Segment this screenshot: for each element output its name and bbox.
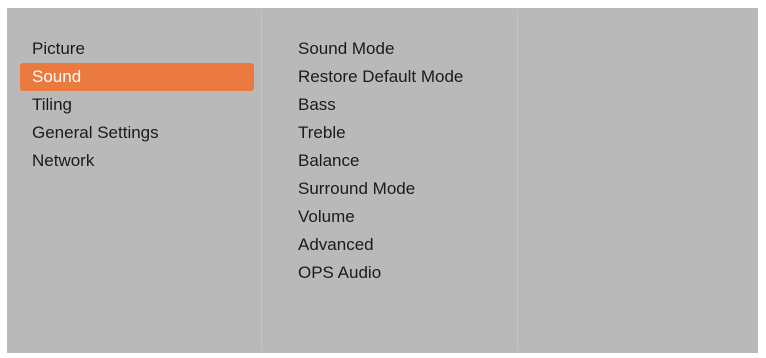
submenu-item-label: Volume [298,207,355,226]
main-menu-item-label: Sound [32,67,82,86]
submenu-item-advanced[interactable]: Advanced [288,231,508,259]
main-menu-item-label: Picture [32,39,85,58]
main-menu-item-tiling[interactable]: Tiling [20,91,254,119]
submenu-item-label: OPS Audio [298,263,382,282]
submenu-item-label: Restore Default Mode [298,67,464,86]
osd-menu-panel: Picture Sound Tiling General Settings Ne… [7,8,758,353]
main-menu-list: Picture Sound Tiling General Settings Ne… [20,35,254,175]
main-menu-item-network[interactable]: Network [20,147,254,175]
main-menu-item-label: Network [32,151,95,170]
submenu-item-volume[interactable]: Volume [288,203,508,231]
submenu-item-label: Sound Mode [298,39,395,58]
main-menu-item-sound[interactable]: Sound [20,63,254,91]
main-menu-item-picture[interactable]: Picture [20,35,254,63]
submenu-item-bass[interactable]: Bass [288,91,508,119]
submenu-item-label: Treble [298,123,346,142]
main-menu-item-label: Tiling [32,95,72,114]
submenu-item-restore-default-mode[interactable]: Restore Default Mode [288,63,508,91]
submenu-item-label: Balance [298,151,360,170]
submenu-item-sound-mode[interactable]: Sound Mode [288,35,508,63]
sound-submenu-list: Sound Mode Restore Default Mode Bass Tre… [288,35,508,287]
submenu-item-treble[interactable]: Treble [288,119,508,147]
submenu-item-surround-mode[interactable]: Surround Mode [288,175,508,203]
submenu-item-label: Advanced [298,235,374,254]
main-menu-item-label: General Settings [32,123,159,142]
submenu-item-label: Surround Mode [298,179,416,198]
main-menu-column: Picture Sound Tiling General Settings Ne… [7,8,261,353]
sound-submenu-column: Sound Mode Restore Default Mode Bass Tre… [261,8,517,353]
options-column [517,8,758,353]
submenu-item-balance[interactable]: Balance [288,147,508,175]
main-menu-item-general-settings[interactable]: General Settings [20,119,254,147]
submenu-item-label: Bass [298,95,336,114]
submenu-item-ops-audio[interactable]: OPS Audio [288,259,508,287]
